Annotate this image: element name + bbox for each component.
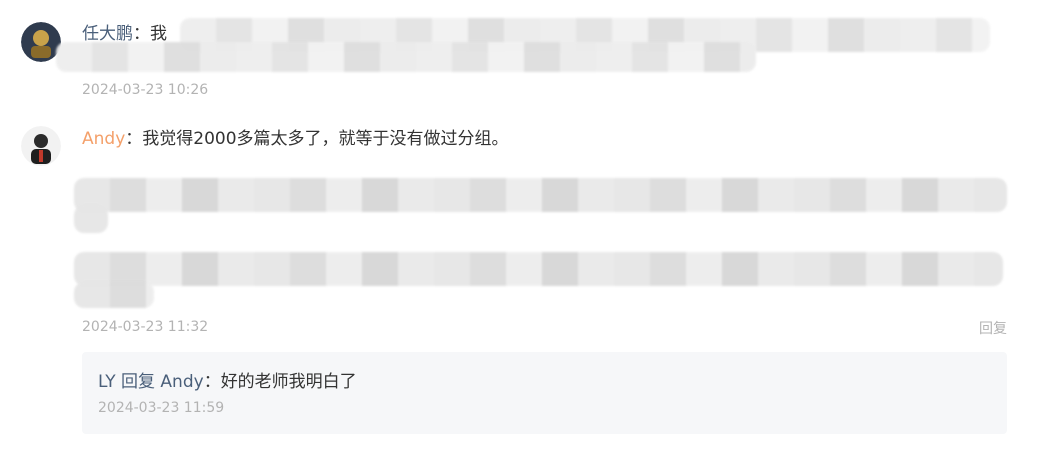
- reply-box: LY 回复 Andy：好的老师我明白了 2024-03-23 11:59: [82, 352, 1007, 434]
- blurred-text-region: [74, 205, 108, 233]
- comment-text: 我觉得2000多篇太多了，就等于没有做过分组。: [142, 129, 509, 149]
- reply-author[interactable]: LY: [98, 372, 116, 392]
- comment-content: Andy：我觉得2000多篇太多了，就等于没有做过分组。: [82, 127, 509, 151]
- comment-timestamp: 2024-03-23 11:32: [82, 319, 209, 335]
- blurred-text-region: [74, 178, 1007, 212]
- reply-word: 回复: [115, 372, 161, 392]
- comment-author[interactable]: 任大鹏: [82, 24, 133, 44]
- comment-author[interactable]: Andy: [82, 129, 125, 149]
- reply-link[interactable]: 回复: [979, 318, 1007, 338]
- reply-content: LY 回复 Andy：好的老师我明白了: [98, 370, 357, 394]
- comment-separator: ：: [133, 24, 150, 44]
- avatar-icon[interactable]: [21, 22, 61, 62]
- comment-timestamp: 2024-03-23 10:26: [82, 82, 209, 98]
- reply-target[interactable]: Andy: [160, 372, 203, 392]
- blurred-text-region: [74, 282, 154, 308]
- avatar-icon[interactable]: [21, 126, 61, 166]
- reply-separator: ：: [203, 372, 221, 392]
- comment-separator: ：: [125, 129, 143, 149]
- reply-text: 好的老师我明白了: [220, 372, 357, 392]
- comment-text: 我: [150, 24, 167, 44]
- reply-timestamp: 2024-03-23 11:59: [98, 400, 225, 416]
- blurred-text-region: [56, 42, 756, 72]
- blurred-text-region: [74, 252, 1003, 286]
